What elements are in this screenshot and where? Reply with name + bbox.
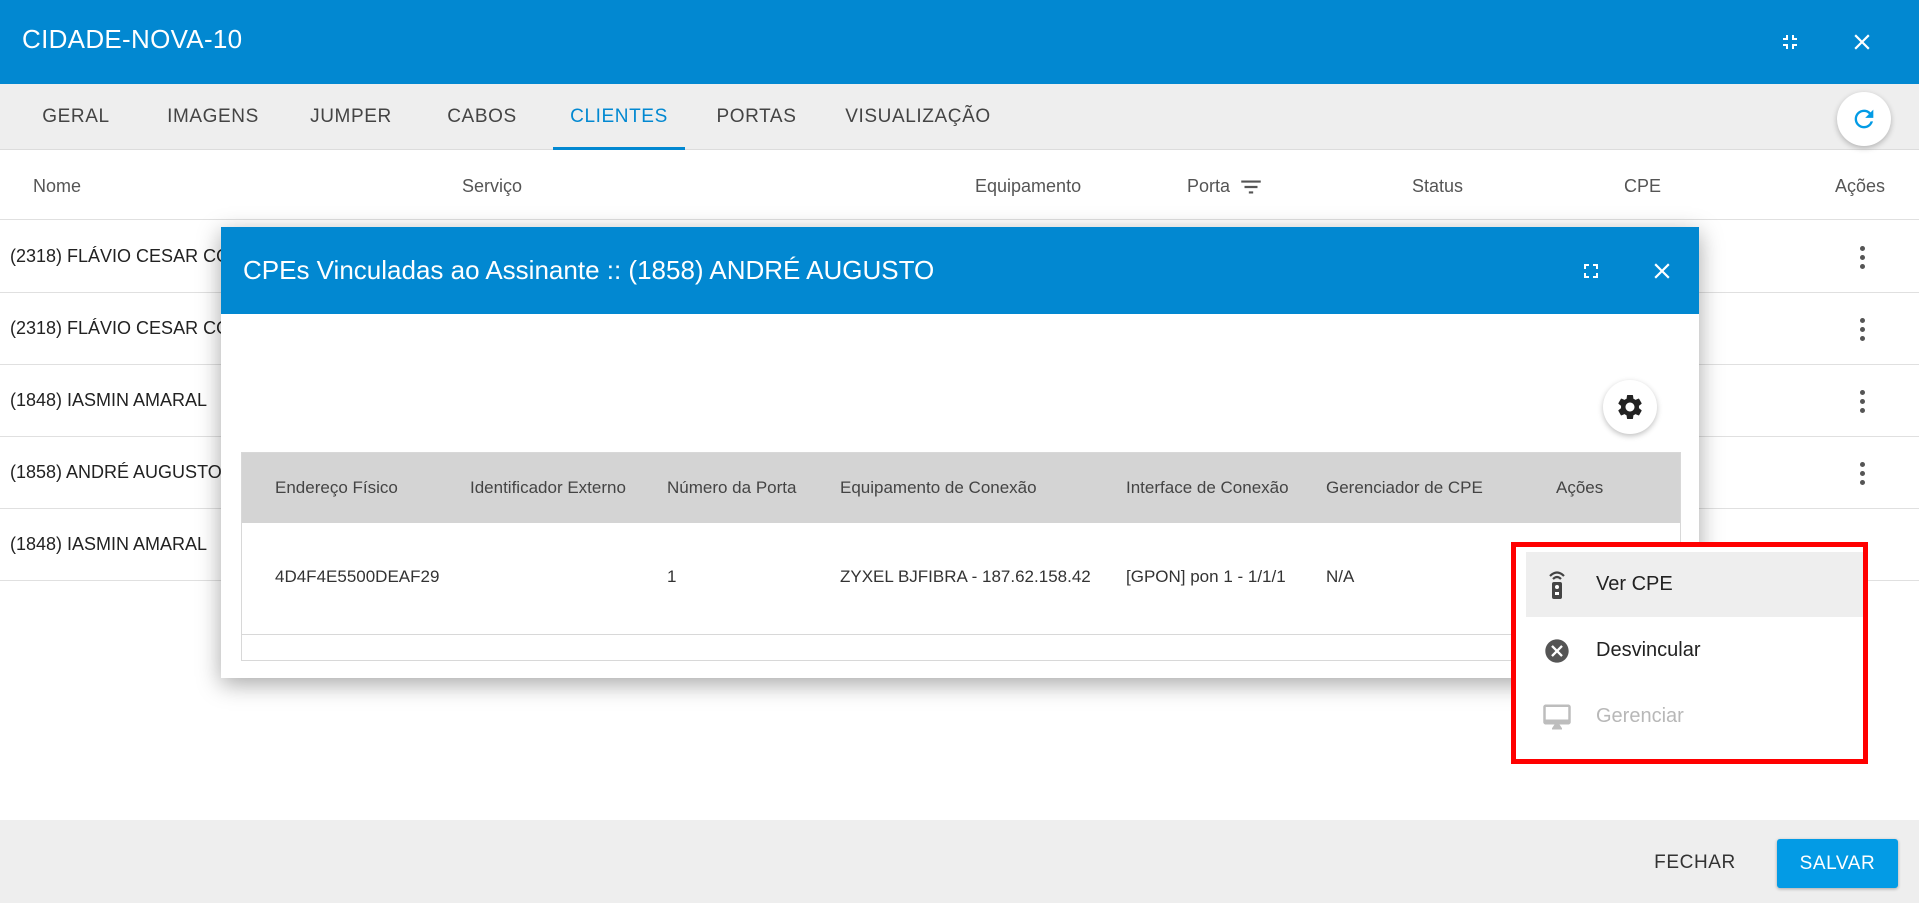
salvar-button[interactable]: SALVAR (1777, 839, 1898, 888)
dialog-footer: FECHAR SALVAR (0, 820, 1919, 903)
cpe-table-header: Endereço Físico Identificador Externo Nú… (242, 453, 1680, 523)
cpe-dialog: CPEs Vinculadas ao Assinante :: (1858) A… (221, 227, 1699, 678)
more-vert-icon (1859, 245, 1865, 251)
tab-clientes[interactable]: CLIENTES (553, 84, 685, 150)
close-window-button[interactable] (1842, 22, 1882, 62)
tab-visualizacao[interactable]: VISUALIZAÇÃO (835, 84, 1001, 150)
row-actions-button[interactable] (1846, 241, 1878, 273)
col-porta: Porta (1187, 176, 1231, 196)
router-remote-icon (1542, 570, 1572, 600)
tab-imagens[interactable]: IMAGENS (150, 84, 276, 150)
more-vert-icon (1859, 461, 1865, 467)
menu-item-ver-cpe[interactable]: Ver CPE (1526, 552, 1863, 617)
cell-interface-conexao: [GPON] pon 1 - 1/1/1 (1126, 567, 1286, 586)
client-name: (2318) FLÁVIO CESAR COS (10, 246, 243, 266)
tab-geral[interactable]: GERAL (24, 84, 128, 150)
col-status: Status (1412, 176, 1464, 196)
gear-icon (1618, 395, 1642, 419)
client-name: (1848) IASMIN AMARAL (10, 390, 208, 410)
col-acoes: Ações (1556, 478, 1604, 497)
col-numero-porta: Número da Porta (667, 478, 797, 497)
cancel-circle-icon (1542, 636, 1572, 666)
fechar-button[interactable]: FECHAR (1640, 840, 1750, 886)
tab-cabos[interactable]: CABOS (428, 84, 536, 150)
more-vert-icon (1859, 389, 1865, 395)
clients-table-header: Nome Serviço Equipamento Porta Status CP… (0, 150, 1919, 220)
filter-button[interactable] (1238, 174, 1264, 200)
tabs-bar: GERAL IMAGENS JUMPER CABOS CLIENTES PORT… (0, 84, 1919, 150)
client-name: (1848) IASMIN AMARAL (10, 534, 208, 554)
settings-button[interactable] (1603, 380, 1657, 434)
monitor-icon (1542, 702, 1572, 732)
fullscreen-button[interactable] (1571, 251, 1611, 291)
refresh-button[interactable] (1837, 92, 1891, 146)
refresh-icon (1854, 109, 1874, 129)
col-cpe: CPE (1624, 176, 1662, 196)
row-actions-button[interactable] (1846, 457, 1878, 489)
window-header: CIDADE-NOVA-10 (0, 0, 1919, 84)
filter-icon (1241, 180, 1261, 194)
fullscreen-icon (1584, 264, 1598, 278)
menu-item-label: Desvincular (1596, 639, 1701, 661)
cell-endereco-fisico: 4D4F4E5500DEAF29 (275, 567, 440, 586)
col-nome: Nome (33, 176, 82, 196)
window-title: CIDADE-NOVA-10 (22, 24, 243, 54)
client-name: (1858) ANDRÉ AUGUSTO (10, 462, 222, 482)
menu-item-gerenciar: Gerenciar (1526, 684, 1863, 749)
cell-gerenciador-cpe: N/A (1326, 567, 1355, 586)
cpe-dialog-header: CPEs Vinculadas ao Assinante :: (1858) A… (221, 227, 1699, 314)
row-actions-button[interactable] (1846, 313, 1878, 345)
tab-jumper[interactable]: JUMPER (296, 84, 406, 150)
col-endereco-fisico: Endereço Físico (275, 478, 398, 497)
close-icon (1654, 263, 1670, 279)
cpe-actions-menu: Ver CPE Desvincular Gerenciar (1511, 542, 1868, 764)
cpe-table: Endereço Físico Identificador Externo Nú… (241, 452, 1681, 661)
col-identificador-externo: Identificador Externo (470, 478, 626, 497)
col-acoes: Ações (1835, 176, 1886, 196)
cell-numero-porta: 1 (667, 567, 677, 586)
tab-portas[interactable]: PORTAS (705, 84, 808, 150)
close-dialog-button[interactable] (1642, 251, 1682, 291)
menu-item-label: Gerenciar (1596, 705, 1684, 727)
exit-fullscreen-icon (1783, 35, 1797, 49)
cell-equipamento-conexao: ZYXEL BJFIBRA - 187.62.158.42 (840, 567, 1091, 586)
close-icon (1854, 34, 1870, 50)
client-name: (2318) FLÁVIO CESAR COS (10, 318, 243, 338)
col-equipamento-conexao: Equipamento de Conexão (840, 478, 1037, 497)
cpe-dialog-title: CPEs Vinculadas ao Assinante :: (1858) A… (243, 255, 935, 285)
col-interface-conexao: Interface de Conexão (1126, 478, 1289, 497)
table-row[interactable]: 4D4F4E5500DEAF29 1 ZYXEL BJFIBRA - 187.6… (242, 523, 1680, 635)
col-gerenciador-cpe: Gerenciador de CPE (1326, 478, 1483, 497)
more-vert-icon (1859, 317, 1865, 323)
col-equipamento: Equipamento (975, 176, 1082, 196)
menu-item-desvincular[interactable]: Desvincular (1526, 618, 1863, 683)
col-servico: Serviço (462, 176, 523, 196)
exit-fullscreen-button[interactable] (1770, 22, 1810, 62)
menu-item-label: Ver CPE (1596, 573, 1673, 595)
row-actions-button[interactable] (1846, 385, 1878, 417)
